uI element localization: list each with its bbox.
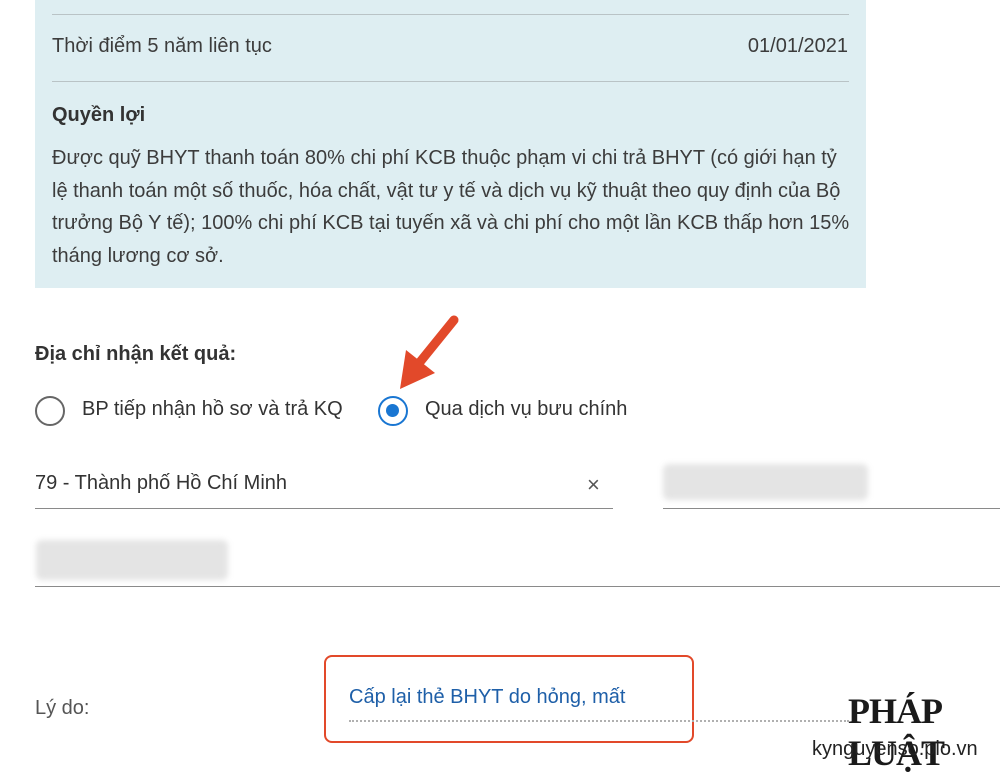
- duration-row-value: 01/01/2021: [747, 35, 848, 57]
- watermark-logo: PHÁP LUẬT: [848, 691, 945, 773]
- reason-label: Lý do:: [35, 697, 90, 719]
- panel-divider-top: [52, 14, 849, 15]
- benefit-title: Quyền lợi: [52, 104, 146, 126]
- street-address-field-blurred[interactable]: [36, 540, 228, 580]
- reason-value[interactable]: Cấp lại thẻ BHYT do hỏng, mất: [349, 686, 625, 709]
- district-field-underline: [663, 508, 1000, 509]
- duration-row-label: Thời điểm 5 năm liên tục: [52, 35, 272, 57]
- district-field-blurred[interactable]: [663, 464, 868, 500]
- province-field-value[interactable]: 79 - Thành phố Hồ Chí Minh: [35, 472, 287, 495]
- street-address-field-underline: [35, 586, 1000, 587]
- province-field-underline: [35, 508, 613, 509]
- clear-province-icon[interactable]: ×: [587, 472, 600, 498]
- annotation-arrow-icon: [400, 315, 459, 389]
- panel-divider-middle: [52, 81, 849, 82]
- radio-office-pickup[interactable]: [35, 396, 65, 426]
- watermark-site: kynguyenso.plo.vn: [812, 738, 978, 760]
- address-label: Địa chỉ nhận kết quả:: [35, 343, 237, 365]
- radio-office-pickup-label[interactable]: BP tiếp nhận hồ sơ và trả KQ: [82, 398, 343, 421]
- reason-field-underline: [349, 720, 849, 722]
- benefit-text: Được quỹ BHYT thanh toán 80% chi phí KCB…: [52, 147, 850, 267]
